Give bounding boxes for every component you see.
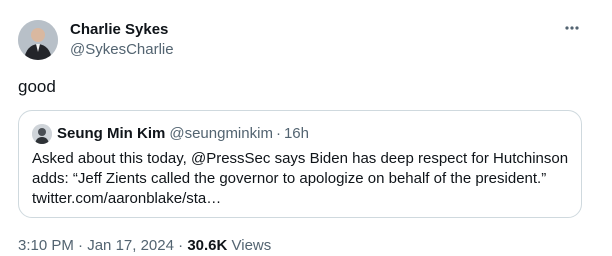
- quoted-author-name: Seung Min Kim: [57, 125, 166, 142]
- views-label: Views: [231, 237, 272, 254]
- tweet-time[interactable]: 3:10 PM: [18, 237, 74, 254]
- quoted-tweet[interactable]: Seung Min Kim @seungminkim · 16h Asked a…: [18, 110, 582, 218]
- author-name[interactable]: Charlie Sykes: [70, 21, 168, 39]
- author-handle[interactable]: @SykesCharlie: [70, 41, 174, 59]
- more-horizontal-icon: [562, 18, 582, 43]
- tweet-meta: 3:10 PM · Jan 17, 2024 · 30.6K Views: [18, 236, 271, 256]
- views-count: 30.6K: [187, 237, 228, 254]
- quoted-avatar: [32, 124, 52, 144]
- quoted-separator: ·: [275, 125, 281, 142]
- tweet-date[interactable]: Jan 17, 2024: [87, 237, 174, 254]
- more-button[interactable]: [562, 20, 582, 40]
- meta-separator: ·: [178, 237, 184, 254]
- tweet-text: good: [18, 77, 56, 96]
- quoted-text: Asked about this today, @PressSec says B…: [32, 150, 569, 207]
- author-avatar[interactable]: [18, 20, 58, 60]
- quoted-author-handle: @seungminkim: [169, 125, 273, 142]
- meta-separator: ·: [78, 237, 84, 254]
- quoted-header: Seung Min Kim @seungminkim · 16h: [32, 124, 309, 144]
- quoted-timestamp[interactable]: 16h: [284, 124, 309, 144]
